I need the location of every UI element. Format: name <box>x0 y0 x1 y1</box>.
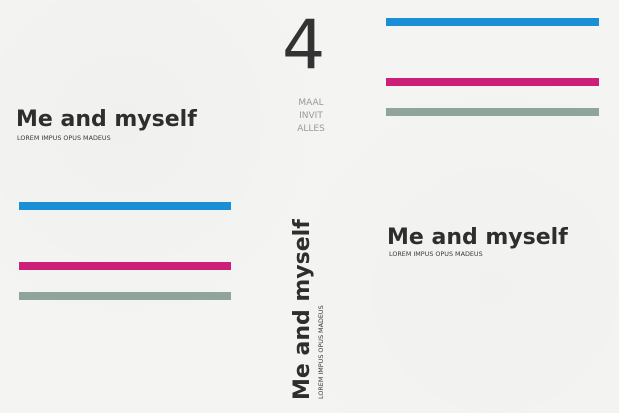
big-number-four: 4 <box>282 6 326 85</box>
top-right-gray-stripe <box>386 108 599 116</box>
vertical-title: Me and myself <box>290 219 315 400</box>
right-title: Me and myself <box>387 225 568 250</box>
top-right-magenta-stripe <box>386 78 599 86</box>
left-title: Me and myself <box>16 107 197 132</box>
right-subtitle: LOREM IMPUS OPUS MADEUS <box>389 250 483 258</box>
left-gray-stripe <box>19 292 231 300</box>
word-maal: MAAL <box>298 98 324 108</box>
word-alles: ALLES <box>297 124 325 134</box>
left-subtitle: LOREM IMPUS OPUS MADEUS <box>17 134 111 142</box>
vertical-subtitle: LOREM IMPUS OPUS MADEUS <box>317 305 325 399</box>
left-blue-stripe <box>19 202 231 210</box>
artboard: 4 MAAL INVIT ALLES Me and myself LOREM I… <box>0 0 619 413</box>
top-right-blue-stripe <box>386 18 599 26</box>
left-magenta-stripe <box>19 262 231 270</box>
word-invit: INVIT <box>299 111 323 121</box>
